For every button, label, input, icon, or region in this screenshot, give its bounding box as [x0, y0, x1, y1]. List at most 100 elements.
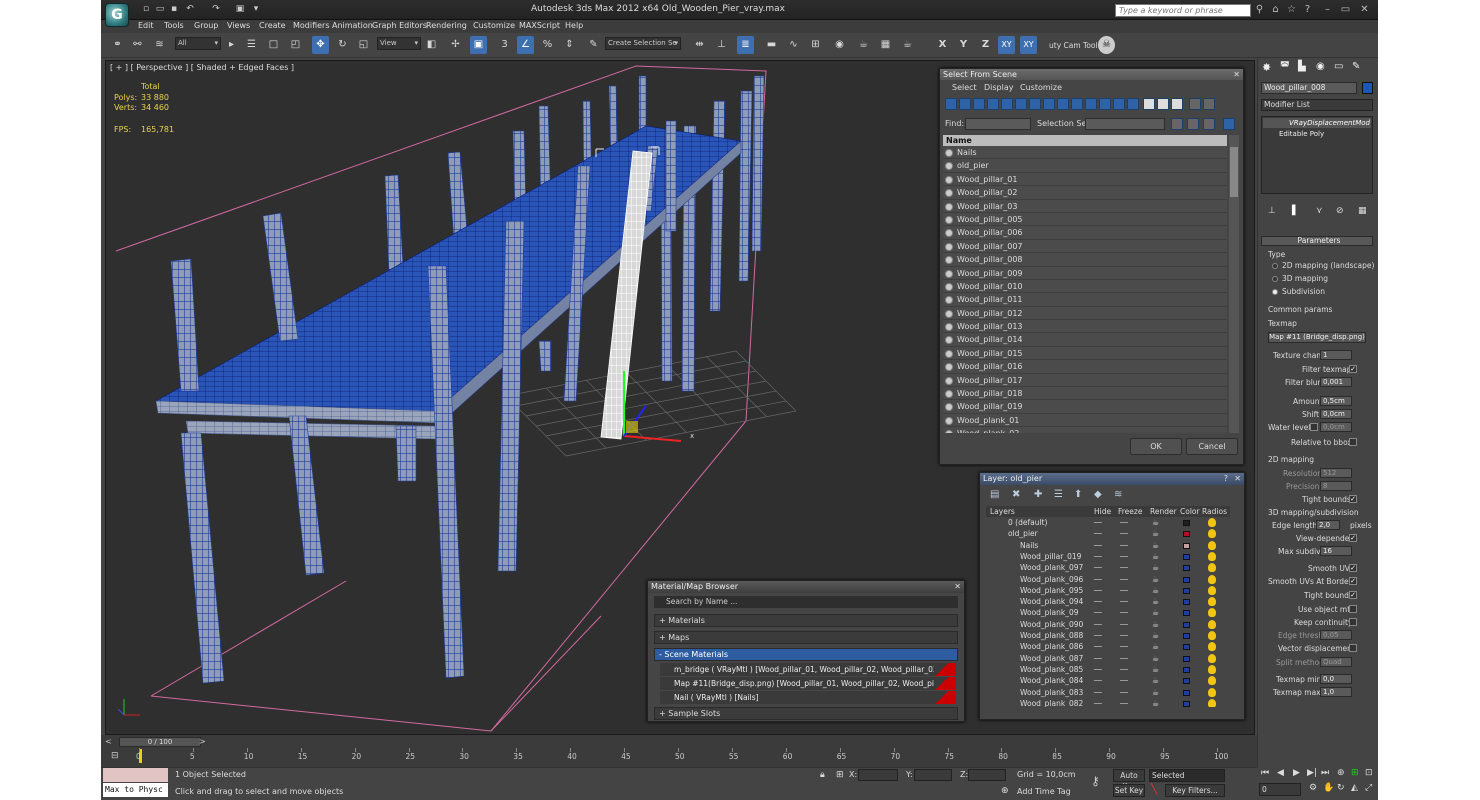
layer-color-swatch[interactable] [1183, 666, 1190, 673]
list-item[interactable]: Wood_pillar_019 [943, 400, 1227, 414]
list-item[interactable]: Wood_pillar_013 [943, 320, 1227, 334]
toggle-dash[interactable] [1094, 601, 1102, 603]
lock-selection-icon[interactable]: 🔒︎ [820, 770, 825, 780]
texmap-button[interactable]: Map #11 (Bridge_disp.png) [1268, 332, 1366, 343]
layer-row[interactable]: Wood_plank_09 ☕ [986, 607, 1230, 618]
render-teapot-icon[interactable]: ☕ [1152, 562, 1159, 573]
pan-icon[interactable]: ✋ [1323, 783, 1334, 793]
radiosity-bulb-icon[interactable] [1208, 597, 1216, 607]
y-coord-field[interactable] [914, 769, 952, 781]
list-item[interactable]: Wood_pillar_011 [943, 293, 1227, 307]
object-name-field[interactable]: Wood_pillar_008 [1261, 82, 1357, 94]
camera-filter-icon[interactable] [987, 98, 999, 110]
render-teapot-icon[interactable]: ☕ [1152, 698, 1159, 707]
list-item[interactable]: Wood_pillar_005 [943, 212, 1227, 227]
key-icon[interactable]: ⚷ [1091, 774, 1100, 788]
edge-length-spinner[interactable]: 2,0 [1316, 520, 1340, 530]
menu-group[interactable]: Group [194, 21, 218, 30]
undo-icon[interactable]: ↶ [185, 4, 195, 15]
radiosity-bulb-icon[interactable] [1208, 518, 1216, 527]
goto-end-icon[interactable]: ⏭ [1321, 768, 1329, 778]
layer-color-swatch[interactable] [1183, 610, 1190, 617]
manipulate-icon[interactable]: ✢ [447, 36, 464, 54]
layer-row[interactable]: Wood_plank_094 ☕ [986, 596, 1230, 607]
toggle-dash[interactable] [1094, 668, 1102, 670]
close-icon[interactable]: ✕ [954, 581, 961, 592]
toggle-dash[interactable] [1120, 601, 1128, 603]
close-icon[interactable]: ✕ [1358, 3, 1371, 16]
menu-modifiers[interactable]: Modifiers [293, 21, 330, 30]
current-frame-field[interactable]: 0 [1259, 783, 1301, 796]
next-frame-icon[interactable]: > [199, 737, 206, 746]
render-teapot-icon[interactable]: ☕ [1152, 540, 1159, 551]
toggle-dash[interactable] [1120, 657, 1128, 659]
shape-filter-icon[interactable] [959, 98, 971, 110]
radio-2d-mapping[interactable] [1272, 263, 1278, 269]
zoom-all-icon[interactable]: ⊞ [1351, 768, 1359, 778]
render-teapot-icon[interactable]: ☕ [1152, 653, 1159, 664]
fov-icon[interactable]: ◭ [1351, 783, 1358, 793]
layer-row[interactable]: Wood_plank_084 ☕ [986, 675, 1230, 686]
schematic-icon[interactable]: ⊞ [807, 36, 824, 54]
material-item[interactable]: Nail ( VRayMtl ) [Nails] [660, 691, 956, 704]
render-teapot-icon[interactable]: ☕ [1152, 664, 1159, 675]
show-end-result-icon[interactable]: ▌ [1292, 206, 1299, 216]
layer-color-swatch[interactable] [1183, 633, 1190, 639]
help-icon[interactable]: ? [1301, 3, 1314, 16]
render-teapot-icon[interactable]: ☕ [1152, 687, 1159, 698]
render-teapot-icon[interactable]: ☕ [1152, 574, 1159, 585]
selection-filter-dropdown[interactable]: All [175, 37, 221, 50]
toggle-dash[interactable] [1094, 589, 1102, 591]
layer-row[interactable]: Nails ☕ [986, 540, 1230, 551]
layer-color-swatch[interactable] [1183, 621, 1190, 628]
rotate-icon[interactable]: ↻ [334, 36, 351, 54]
render-setup-icon[interactable]: ☕ [855, 36, 872, 54]
frozen-filter-icon[interactable] [1085, 98, 1097, 110]
stack-item-vray-displacement[interactable]: VRayDisplacementMod [1263, 118, 1371, 128]
filter-texmap-checkbox[interactable]: ✓ [1349, 365, 1357, 373]
select-by-name-icon[interactable]: ☰ [243, 36, 260, 54]
toggle-dash[interactable] [1094, 544, 1102, 546]
radiosity-bulb-icon[interactable] [1208, 631, 1216, 640]
texture-chan-spinner[interactable]: 1 [1320, 350, 1352, 360]
shift-spinner[interactable]: 0,0cm [1320, 409, 1352, 419]
select-all-icon[interactable] [1143, 98, 1155, 110]
ribbon-icon[interactable]: ▬ [763, 36, 780, 54]
render-teapot-icon[interactable]: ☕ [1152, 596, 1159, 607]
pivot-icon[interactable]: ◧ [423, 36, 440, 54]
edit-named-sel-icon[interactable]: ✎ [585, 36, 602, 54]
skull-icon[interactable]: ☠ [1098, 36, 1115, 54]
create-layer-icon[interactable]: ▤ [990, 489, 999, 500]
maximize-viewport-icon[interactable]: ⤢ [1365, 783, 1372, 793]
rect-selection-icon[interactable]: □ [265, 36, 282, 54]
window-crossing-icon[interactable]: ◰ [287, 36, 304, 54]
material-item[interactable]: Map #11(Bridge_disp.png) [Wood_pillar_01… [660, 677, 956, 690]
split-method-dropdown[interactable]: Quad [1320, 657, 1352, 667]
layer-row[interactable]: Wood_plank_083 ☕ [986, 687, 1230, 698]
tight-bounds-2-checkbox[interactable]: ✓ [1349, 591, 1357, 599]
help-icon[interactable]: ? [1224, 473, 1228, 484]
close-icon[interactable]: ✕ [1233, 69, 1240, 80]
relative-bbox-checkbox[interactable] [1349, 438, 1357, 446]
render-teapot-icon[interactable]: ☕ [1152, 585, 1159, 596]
set-icon-3[interactable] [1203, 118, 1215, 130]
make-unique-icon[interactable]: ⋎ [1316, 206, 1323, 216]
reference-coord-dropdown[interactable]: View [377, 37, 421, 50]
layer-color-swatch[interactable] [1183, 655, 1190, 662]
resolution-spinner[interactable]: 512 [1320, 468, 1352, 478]
toggle-dash[interactable] [1120, 522, 1128, 523]
remove-modifier-icon[interactable]: ⊘ [1336, 206, 1344, 216]
maxscript-input[interactable]: Max to Physc [103, 783, 168, 797]
list-item[interactable]: Wood_pillar_007 [943, 239, 1227, 254]
axis-y-button[interactable]: Y [955, 36, 972, 54]
list-item[interactable]: old_pier [943, 159, 1227, 173]
layer-color-swatch[interactable] [1183, 678, 1190, 685]
pin-stack-icon[interactable]: ⊥ [1268, 206, 1276, 216]
search-input[interactable]: Type a keyword or phrase [1115, 4, 1251, 17]
layer-row[interactable]: Wood_plank_082 ☕ [986, 698, 1230, 707]
menu-maxscript[interactable]: MAXScript [519, 21, 560, 30]
snaps-toggle-icon[interactable]: 3 [496, 36, 513, 54]
binoculars-icon[interactable]: ⚲ [1253, 3, 1266, 16]
star-icon[interactable]: ☆ [1285, 3, 1298, 16]
materials-group[interactable]: + Materials [654, 614, 958, 627]
